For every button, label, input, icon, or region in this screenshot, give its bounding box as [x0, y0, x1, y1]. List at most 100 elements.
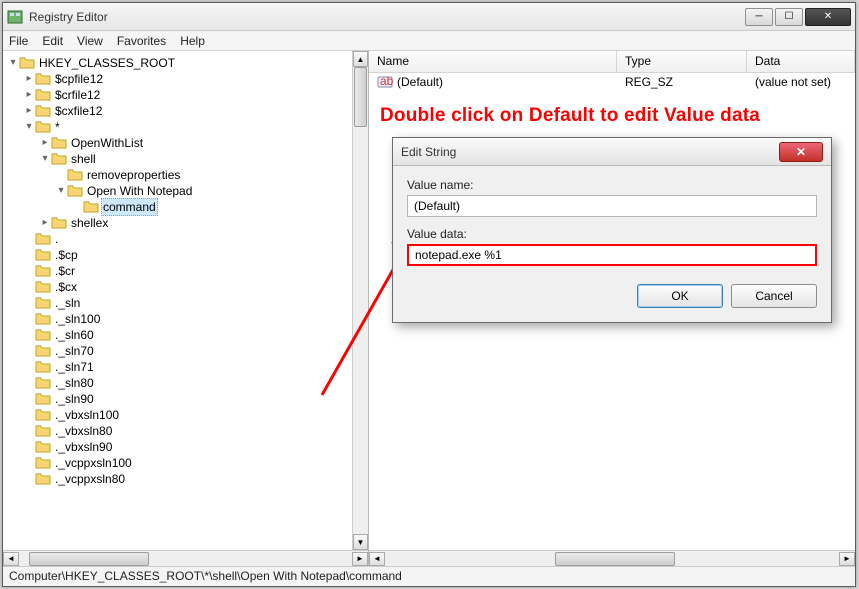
tree-item[interactable]: ._sln60	[7, 327, 368, 343]
tree-item[interactable]: .$cx	[7, 279, 368, 295]
expand-icon[interactable]: ▾	[7, 55, 19, 71]
tree-item[interactable]: ▸OpenWithList	[7, 135, 368, 151]
folder-icon	[35, 439, 51, 455]
menu-view[interactable]: View	[77, 34, 103, 48]
tree-item[interactable]: ._sln	[7, 295, 368, 311]
tree-item[interactable]: ._vbxsln90	[7, 439, 368, 455]
list-row[interactable]: ab (Default) REG_SZ (value not set)	[369, 73, 855, 91]
dialog-titlebar[interactable]: Edit String ✕	[393, 138, 831, 166]
minimize-button[interactable]: ─	[745, 8, 773, 26]
annotation-text: Double click on Default to edit Value da…	[380, 105, 760, 127]
expand-icon[interactable]: ▾	[55, 183, 67, 199]
menu-file[interactable]: File	[9, 34, 28, 48]
scroll-thumb[interactable]	[29, 552, 149, 566]
cancel-button[interactable]: Cancel	[731, 284, 817, 308]
expand-icon[interactable]: ▸	[39, 135, 51, 151]
tree-item[interactable]: ._sln70	[7, 343, 368, 359]
folder-icon	[67, 183, 83, 199]
tree-item[interactable]: ._vcppxsln80	[7, 471, 368, 487]
column-headers: Name Type Data	[369, 51, 855, 73]
tree-item[interactable]: .	[7, 231, 368, 247]
tree-label: ._sln70	[53, 343, 96, 359]
dialog-close-button[interactable]: ✕	[779, 142, 823, 162]
scroll-right-icon[interactable]: ►	[839, 552, 855, 566]
tree-item[interactable]: ▾HKEY_CLASSES_ROOT	[7, 55, 368, 71]
maximize-button[interactable]: ☐	[775, 8, 803, 26]
folder-icon	[35, 359, 51, 375]
tree-item[interactable]: ._vcppxsln100	[7, 455, 368, 471]
tree-item[interactable]: .$cr	[7, 263, 368, 279]
tree-label: .$cp	[53, 247, 80, 263]
expand-icon[interactable]: ▸	[23, 87, 35, 103]
tree-label: ._vbxsln90	[53, 439, 114, 455]
expand-icon[interactable]: ▸	[23, 103, 35, 119]
expand-icon[interactable]: ▾	[39, 151, 51, 167]
menu-favorites[interactable]: Favorites	[117, 34, 166, 48]
scroll-right-icon[interactable]: ►	[352, 552, 368, 566]
folder-icon	[35, 343, 51, 359]
expand-icon[interactable]: ▾	[23, 119, 35, 135]
tree-item[interactable]: ▸$cpfile12	[7, 71, 368, 87]
tree-label: .	[53, 231, 60, 247]
horizontal-scrollbar[interactable]: ◄ ►	[369, 550, 855, 566]
folder-icon	[35, 247, 51, 263]
column-data[interactable]: Data	[747, 51, 855, 72]
tree-pane[interactable]: ▾HKEY_CLASSES_ROOT▸$cpfile12▸$crfile12▸$…	[3, 51, 369, 566]
scroll-thumb[interactable]	[555, 552, 675, 566]
tree-item[interactable]: ▾*	[7, 119, 368, 135]
tree-label: command	[101, 198, 158, 216]
tree-item[interactable]: ._vbxsln100	[7, 407, 368, 423]
tree-item[interactable]: command	[7, 199, 368, 215]
expand-icon[interactable]: ▸	[23, 71, 35, 87]
column-type[interactable]: Type	[617, 51, 747, 72]
tree-label: ._sln71	[53, 359, 96, 375]
tree-label: ._vbxsln80	[53, 423, 114, 439]
folder-icon	[35, 327, 51, 343]
tree-item[interactable]: ._sln80	[7, 375, 368, 391]
value-type: REG_SZ	[617, 75, 747, 89]
expand-icon[interactable]: ▸	[39, 215, 51, 231]
tree-label: shell	[69, 151, 98, 167]
vertical-scrollbar[interactable]: ▲ ▼	[352, 51, 368, 550]
scroll-left-icon[interactable]: ◄	[369, 552, 385, 566]
scroll-up-icon[interactable]: ▲	[353, 51, 368, 67]
horizontal-scrollbar[interactable]: ◄ ►	[3, 550, 368, 566]
menu-edit[interactable]: Edit	[42, 34, 63, 48]
statusbar: Computer\HKEY_CLASSES_ROOT\*\shell\Open …	[3, 566, 855, 586]
value-data-input[interactable]	[407, 244, 817, 266]
tree-label: .$cx	[53, 279, 79, 295]
value-name-field[interactable]: (Default)	[407, 195, 817, 217]
folder-icon	[35, 455, 51, 471]
value-name-label: Value name:	[407, 178, 817, 192]
menu-help[interactable]: Help	[180, 34, 205, 48]
ok-button[interactable]: OK	[637, 284, 723, 308]
tree-item[interactable]: .$cp	[7, 247, 368, 263]
tree-item[interactable]: removeproperties	[7, 167, 368, 183]
dialog-title: Edit String	[401, 145, 779, 159]
edit-string-dialog: Edit String ✕ Value name: (Default) Valu…	[392, 137, 832, 323]
tree-label: removeproperties	[85, 167, 182, 183]
tree-item[interactable]: ▸$crfile12	[7, 87, 368, 103]
tree-label: ._sln80	[53, 375, 96, 391]
tree-label: shellex	[69, 215, 110, 231]
tree-label: *	[53, 119, 62, 135]
tree-label: $cxfile12	[53, 103, 104, 119]
folder-icon	[35, 87, 51, 103]
tree-item[interactable]: ._sln71	[7, 359, 368, 375]
tree-item[interactable]: ._sln90	[7, 391, 368, 407]
scroll-down-icon[interactable]: ▼	[353, 534, 368, 550]
tree-label: Open With Notepad	[85, 183, 194, 199]
tree-item[interactable]: ._vbxsln80	[7, 423, 368, 439]
app-icon	[7, 9, 23, 25]
tree-item[interactable]: ▾ shell	[7, 151, 368, 167]
close-button[interactable]: ✕	[805, 8, 851, 26]
tree-label: ._vcppxsln100	[53, 455, 134, 471]
tree-item[interactable]: ▾ Open With Notepad	[7, 183, 368, 199]
titlebar[interactable]: Registry Editor ─ ☐ ✕	[3, 3, 855, 31]
column-name[interactable]: Name	[369, 51, 617, 72]
tree-item[interactable]: ▸ $cxfile12	[7, 103, 368, 119]
tree-item[interactable]: ._sln100	[7, 311, 368, 327]
scroll-left-icon[interactable]: ◄	[3, 552, 19, 566]
tree-item[interactable]: ▸ shellex	[7, 215, 368, 231]
scroll-thumb[interactable]	[354, 67, 367, 127]
